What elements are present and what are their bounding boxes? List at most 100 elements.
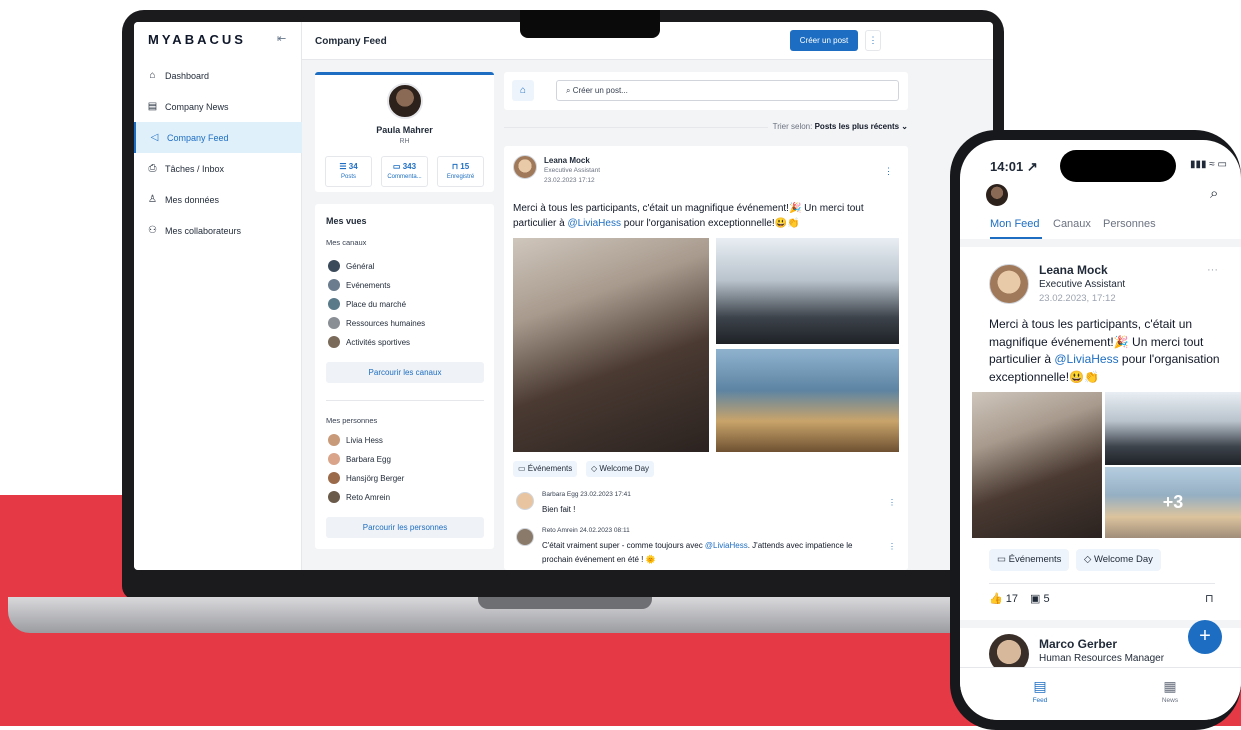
channels-heading: Mes canaux — [326, 238, 367, 247]
channel-item[interactable]: Activités sportives — [328, 336, 410, 348]
search-icon[interactable]: ⌕ — [1210, 185, 1218, 202]
post-text: Merci à tous les participants, c'était u… — [989, 316, 1225, 386]
post-text-part: pour l'organisation exceptionnelle!😃👏 — [620, 218, 800, 229]
mention-link[interactable]: @LiviaHess — [705, 541, 748, 550]
post-author-avatar[interactable] — [513, 155, 537, 179]
comment-menu-icon[interactable]: ⋮ — [888, 498, 896, 507]
stat-posts[interactable]: ☰ 34 Posts — [325, 156, 372, 187]
sidebar-item-taches[interactable]: ⎙ Tâches / Inbox — [134, 153, 302, 184]
news-icon: ▦ — [1163, 678, 1177, 694]
comment-avatar[interactable] — [516, 528, 534, 546]
more-options-button[interactable]: ⋮ — [865, 30, 881, 51]
more-images-overlay[interactable]: +3 — [1105, 467, 1241, 538]
divider — [326, 400, 484, 401]
stat-saved[interactable]: ⊓ 15 Enregistré — [437, 156, 484, 187]
comment-menu-icon[interactable]: ⋮ — [888, 542, 896, 551]
like-count: 17 — [1005, 593, 1019, 605]
post-author-name[interactable]: Leana Mock — [544, 156, 590, 165]
person-item[interactable]: Barbara Egg — [328, 453, 391, 465]
comment-avatar[interactable] — [516, 492, 534, 510]
more-icon[interactable]: ··· — [1207, 264, 1218, 276]
person-avatar — [328, 453, 340, 465]
sidebar-item-company-news[interactable]: ▤ Company News — [134, 91, 302, 122]
comment-meta: Reto Amrein 24.02.2023 08:11 — [542, 527, 630, 534]
mention-link[interactable]: @LiviaHess — [567, 218, 621, 229]
sort-control[interactable]: Trier selon: Posts les plus récents ⌄ — [504, 122, 908, 131]
nav-feed[interactable]: ▤ Feed — [1015, 678, 1065, 704]
tab-personnes[interactable]: Personnes — [1103, 218, 1156, 230]
person-label: Barbara Egg — [346, 454, 391, 464]
like-button[interactable]: 👍 17 — [989, 592, 1018, 605]
people-heading: Mes personnes — [326, 416, 378, 425]
add-post-button[interactable]: + — [1188, 620, 1222, 654]
bookmark-icon[interactable]: ⊓ — [1205, 592, 1214, 605]
post-image-speaker[interactable] — [972, 392, 1102, 538]
tag-icon: ◇ — [1084, 554, 1094, 565]
post-text: Merci à tous les participants, c'était u… — [513, 201, 901, 231]
person-item[interactable]: Hansjörg Berger — [328, 472, 404, 484]
profile-card: Paula Mahrer RH ☰ 34 Posts ▭ 343 Comment… — [315, 72, 494, 192]
sort-value: Posts les plus récents ⌄ — [814, 122, 908, 131]
sort-label: Trier selon: — [772, 122, 813, 131]
comment-button[interactable]: ▣ 5 — [1030, 592, 1050, 605]
post-image-audience[interactable] — [716, 238, 899, 344]
stat-label: Commenta... — [387, 174, 422, 180]
laptop-groove — [478, 597, 652, 609]
stat-comments[interactable]: ▭ 343 Commenta... — [381, 156, 428, 187]
create-post-placeholder: Créer un post... — [572, 86, 628, 95]
person-item[interactable]: Reto Amrein — [328, 491, 390, 503]
tab-canaux[interactable]: Canaux — [1053, 218, 1091, 230]
post-menu-icon[interactable]: ⋮ — [884, 166, 893, 177]
profile-avatar[interactable] — [387, 83, 423, 119]
user-avatar[interactable] — [986, 184, 1008, 206]
users-icon: ⚇ — [148, 225, 157, 236]
mention-link[interactable]: @LiviaHess — [1054, 352, 1118, 366]
search-icon: ⌕ — [566, 86, 573, 95]
nav-news[interactable]: ▦ News — [1145, 678, 1195, 704]
tab-mon-feed[interactable]: Mon Feed — [990, 218, 1040, 230]
nav-label: News — [1161, 697, 1179, 704]
comment-meta: Barbara Egg 23.02.2023 17:41 — [542, 491, 631, 498]
home-icon[interactable]: ⌂ — [512, 80, 534, 101]
channel-item[interactable]: Evénements — [328, 279, 390, 291]
tag-welcome-day[interactable]: ◇ Welcome Day — [1076, 549, 1161, 571]
tag-evenements[interactable]: ▭ Événements — [513, 461, 578, 477]
stat-number: 343 — [402, 162, 417, 171]
channel-label: Ressources humaines — [346, 318, 426, 328]
channel-item[interactable]: Général — [328, 260, 374, 272]
feed-header: ⌂ ⌕ Créer un post... — [504, 72, 908, 110]
post-image-buffet[interactable] — [716, 349, 899, 452]
tag-evenements[interactable]: ▭ Événements — [989, 549, 1070, 571]
inbox-icon: ⎙ — [148, 163, 157, 174]
folder-icon: ▭ — [997, 554, 1009, 565]
tag-label: Événements — [1008, 554, 1062, 565]
post-date: 23.02.2023, 17:12 — [1039, 293, 1116, 304]
sidebar-item-mes-collaborateurs[interactable]: ⚇ Mes collaborateurs — [134, 215, 302, 246]
tag-label: Welcome Day — [1093, 554, 1153, 565]
channel-icon — [328, 317, 340, 329]
browse-channels-button[interactable]: Parcourir les canaux — [326, 362, 484, 383]
collapse-sidebar-icon[interactable]: ⇤ — [277, 32, 286, 45]
channel-item[interactable]: Ressources humaines — [328, 317, 425, 329]
channel-item[interactable]: Place du marché — [328, 298, 406, 310]
tag-welcome-day[interactable]: ◇ Welcome Day — [586, 461, 655, 477]
post-author-avatar[interactable] — [989, 264, 1029, 304]
sidebar-item-dashboard[interactable]: ⌂ Dashboard — [134, 60, 302, 91]
sidebar-item-label: Dashboard — [165, 70, 210, 81]
divider — [989, 583, 1215, 584]
post-image-audience[interactable] — [1105, 392, 1241, 465]
sidebar-item-company-feed[interactable]: ◁ Company Feed — [134, 122, 302, 153]
post-author-name[interactable]: Leana Mock — [1039, 263, 1108, 277]
post-image-speaker[interactable] — [513, 238, 709, 452]
create-post-input[interactable]: ⌕ Créer un post... — [556, 80, 899, 101]
status-icons: ▮▮▮ ≈ ▭ — [1190, 159, 1228, 170]
person-avatar — [328, 434, 340, 446]
create-post-button[interactable]: Créer un post — [790, 30, 858, 51]
post-author-name[interactable]: Marco Gerber — [1039, 637, 1117, 651]
person-item[interactable]: Livia Hess — [328, 434, 383, 446]
person-label: Reto Amrein — [346, 492, 391, 502]
divider — [960, 239, 1241, 247]
browse-people-button[interactable]: Parcourir les personnes — [326, 517, 484, 538]
sidebar-item-mes-donnees[interactable]: ♙ Mes données — [134, 184, 302, 215]
person-label: Hansjörg Berger — [346, 473, 405, 483]
